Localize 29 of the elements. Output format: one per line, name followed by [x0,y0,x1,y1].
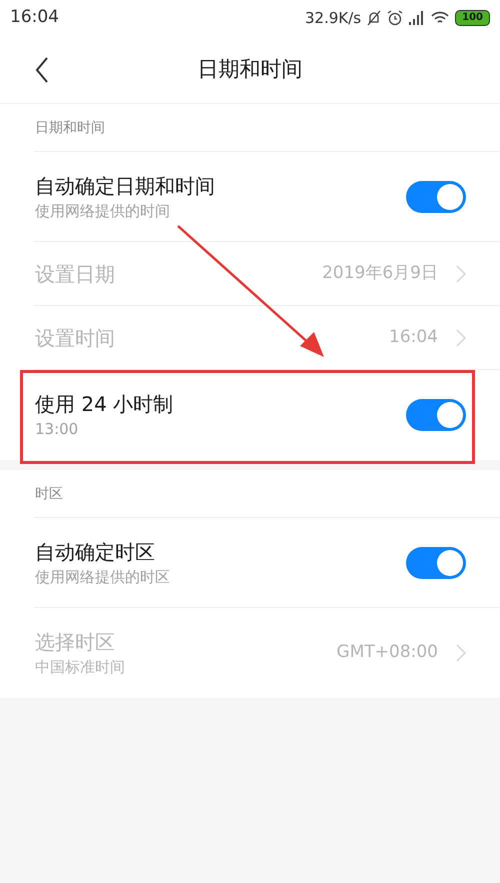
row-value: GMT+08:00 [336,641,438,664]
row-subtitle: 中国标准时间 [35,657,126,678]
row-title: 选择时区 [35,629,116,656]
page-title: 日期和时间 [198,56,302,83]
signal-icon [409,11,426,25]
chevron-right-icon [456,644,466,662]
row-value: 2019年6月9日 [322,262,438,286]
bell-muted-icon [367,10,382,26]
section-label: 日期和时间 [35,118,105,138]
row-subtitle: 使用网络提供的时间 [35,201,171,222]
status-time: 16:04 [10,6,59,30]
battery-indicator: 100 [455,10,490,26]
section-label: 时区 [35,484,63,504]
chevron-right-icon [456,265,466,283]
row-title: 自动确定日期和时间 [35,173,216,200]
toggle-switch[interactable] [406,181,466,213]
alarm-icon [387,10,404,26]
chevron-right-icon [456,329,466,347]
row-subtitle: 13:00 [35,419,80,440]
row-title: 自动确定时区 [35,539,156,566]
toggle-switch[interactable] [406,547,466,579]
network-speed: 32.9K/s [305,8,362,29]
row-subtitle: 使用网络提供的时区 [35,567,171,588]
row-title: 使用 24 小时制 [35,391,174,418]
row-title: 设置日期 [35,261,116,288]
wifi-icon [431,11,450,25]
row-value: 16:04 [389,326,438,350]
toggle-switch[interactable] [406,399,466,431]
row-title: 设置时间 [35,325,116,352]
